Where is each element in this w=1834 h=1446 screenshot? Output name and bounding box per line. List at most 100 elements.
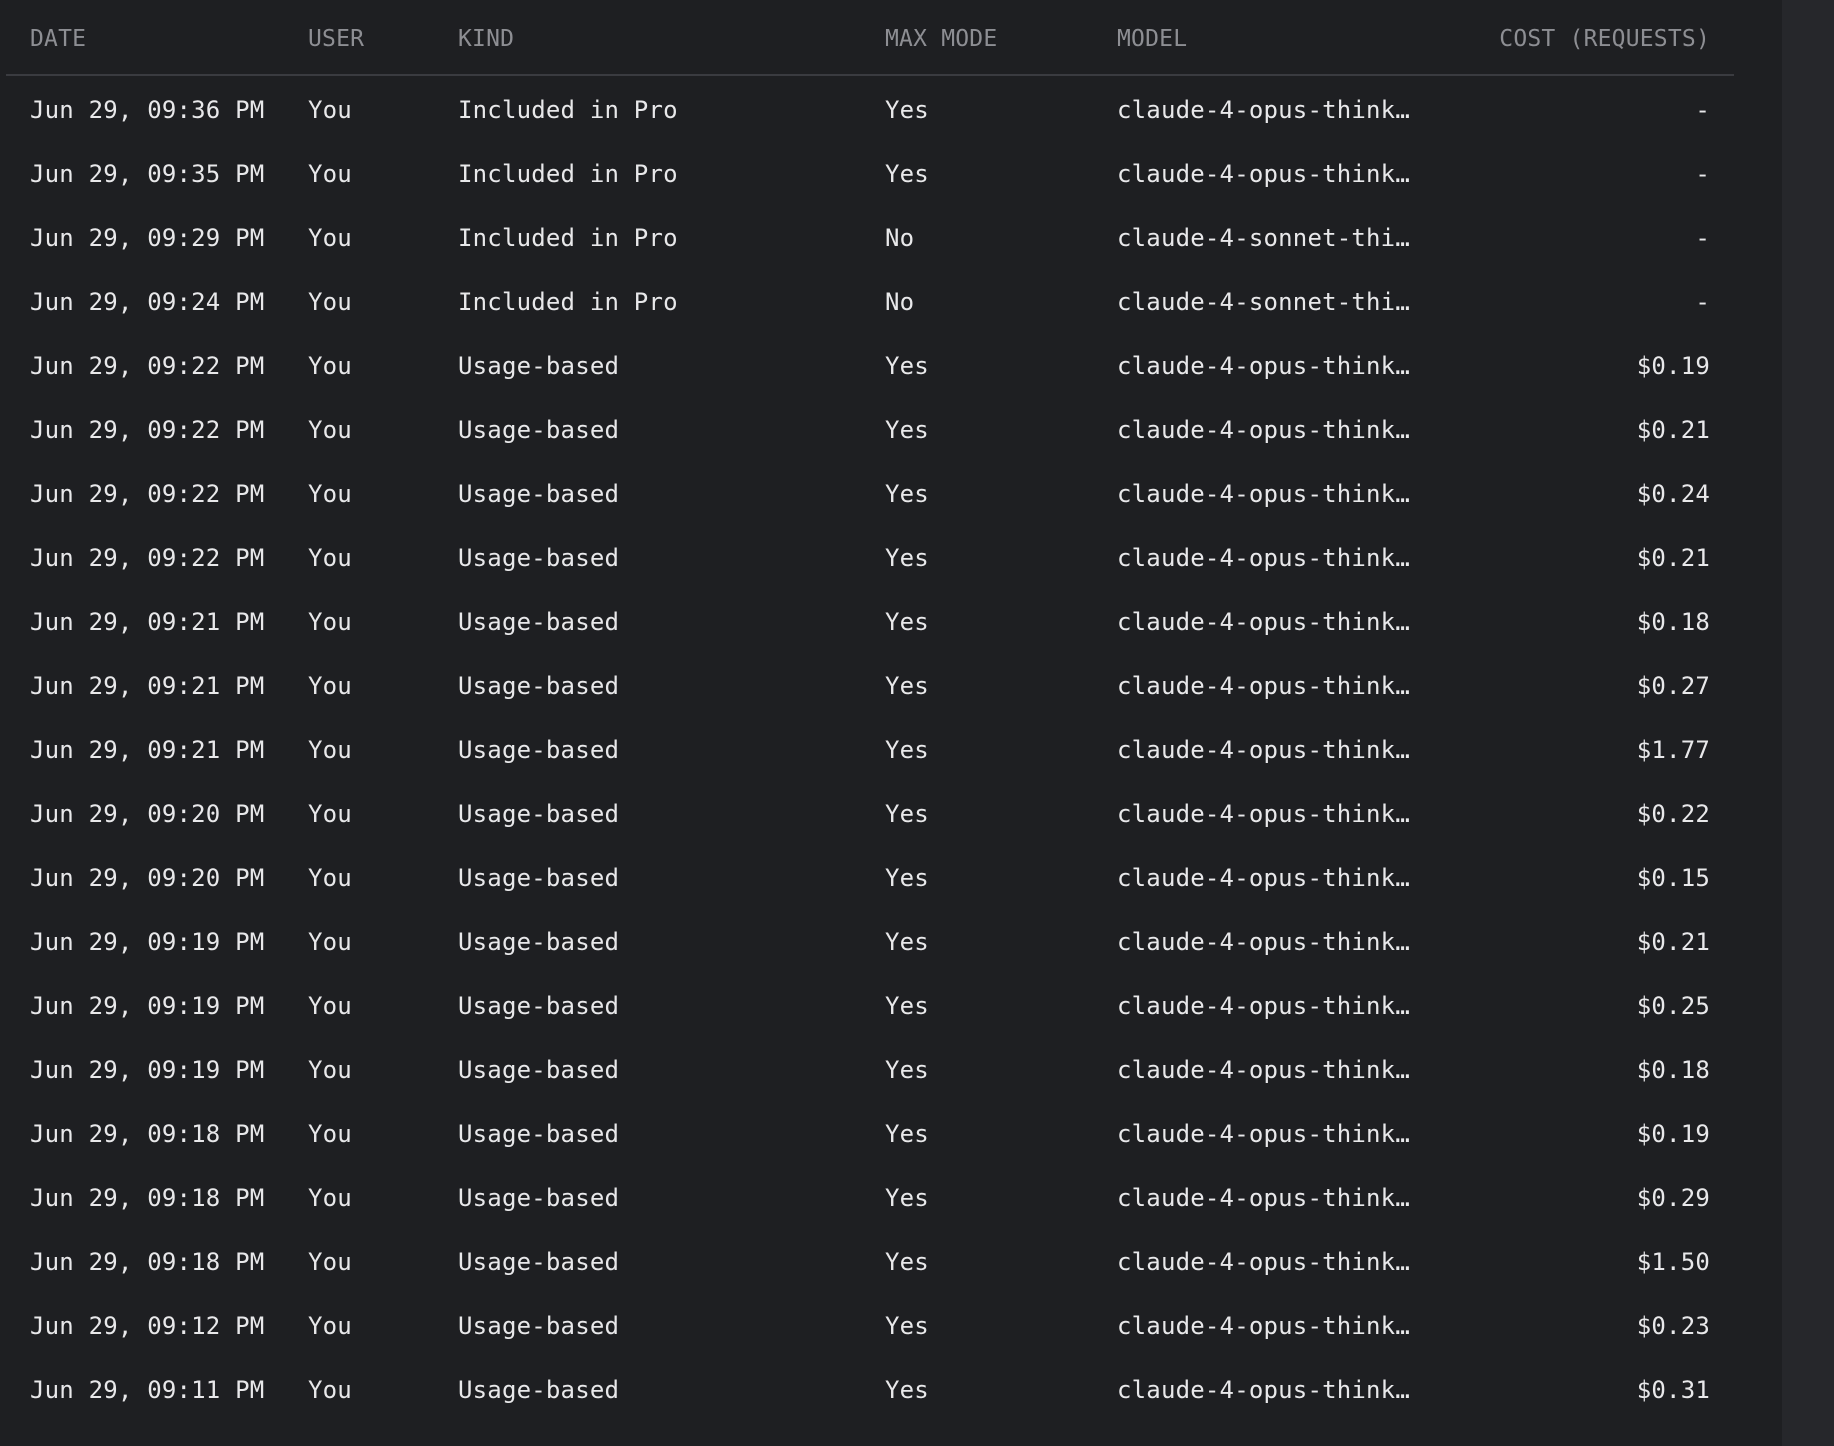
cell-max-mode: Yes [885, 416, 929, 444]
cell-cost: $0.22 [1636, 800, 1710, 828]
cell-max-mode: Yes [885, 480, 929, 508]
cell-cost: - [1695, 288, 1710, 316]
usage-events-page: DATE USER KIND MAX MODE MODEL COST (REQU… [0, 0, 1834, 1446]
scrollbar-track[interactable] [1782, 0, 1834, 1446]
table-row[interactable]: Jun 29, 09:12 PM You Usage-based Yes claude-… [6, 1292, 1734, 1356]
cell-date: Jun 29, 09:22 PM [30, 544, 265, 572]
table-row[interactable]: Jun 29, 09:19 PM You Usage-based Yes claude-… [6, 1036, 1734, 1100]
cell-kind: Usage-based [458, 1056, 620, 1084]
cell-cost: $0.19 [1636, 352, 1710, 380]
cell-user: You [308, 1184, 352, 1212]
cell-user: You [308, 1120, 352, 1148]
cell-max-mode: Yes [885, 352, 929, 380]
column-header-max-mode[interactable]: MAX MODE [885, 26, 997, 52]
cell-model: claude-4-sonnet-thi… [1117, 288, 1410, 316]
cell-cost: $1.77 [1636, 736, 1710, 764]
cell-model: claude-4-opus-think… [1117, 608, 1410, 636]
cell-kind: Included in Pro [458, 224, 678, 252]
cell-kind: Usage-based [458, 352, 620, 380]
column-header-kind[interactable]: KIND [458, 26, 514, 52]
cell-kind: Usage-based [458, 480, 620, 508]
table-row[interactable]: Jun 29, 09:21 PM You Usage-based Yes claude-… [6, 716, 1734, 780]
cell-max-mode: Yes [885, 1184, 929, 1212]
cell-model: claude-4-opus-think… [1117, 416, 1410, 444]
cell-cost: $0.21 [1636, 544, 1710, 572]
table-row[interactable]: Jun 29, 09:18 PM You Usage-based Yes claude-… [6, 1228, 1734, 1292]
table-row[interactable]: Jun 29, 09:22 PM You Usage-based Yes claude-… [6, 524, 1734, 588]
column-header-date[interactable]: DATE [30, 26, 86, 52]
cell-max-mode: Yes [885, 736, 929, 764]
cell-date: Jun 29, 09:11 PM [30, 1376, 265, 1404]
cell-kind: Usage-based [458, 416, 620, 444]
cell-date: Jun 29, 09:12 PM [30, 1312, 265, 1340]
table-row[interactable]: Jun 29, 09:19 PM You Usage-based Yes claude-… [6, 972, 1734, 1036]
cell-model: claude-4-opus-think… [1117, 864, 1410, 892]
cell-date: Jun 29, 09:22 PM [30, 352, 265, 380]
table-row[interactable]: Jun 29, 09:19 PM You Usage-based Yes claude-… [6, 908, 1734, 972]
cell-cost: $0.19 [1636, 1120, 1710, 1148]
cell-date: Jun 29, 09:21 PM [30, 736, 265, 764]
cell-user: You [308, 800, 352, 828]
cell-kind: Usage-based [458, 1312, 620, 1340]
cell-cost: $0.23 [1636, 1312, 1710, 1340]
cell-date: Jun 29, 09:19 PM [30, 928, 265, 956]
cell-cost: - [1695, 224, 1710, 252]
cell-date: Jun 29, 09:18 PM [30, 1120, 265, 1148]
table-row[interactable]: Jun 29, 09:36 PM You Included in Pro Yes cla… [6, 76, 1734, 140]
cell-max-mode: Yes [885, 800, 929, 828]
cell-kind: Usage-based [458, 736, 620, 764]
cell-cost: $0.27 [1636, 672, 1710, 700]
cell-cost: - [1695, 160, 1710, 188]
cell-date: Jun 29, 09:20 PM [30, 864, 265, 892]
table-row[interactable]: Jun 29, 09:22 PM You Usage-based Yes claude-… [6, 332, 1734, 396]
cell-model: claude-4-opus-think… [1117, 1376, 1410, 1404]
table-row[interactable]: Jun 29, 09:22 PM You Usage-based Yes claude-… [6, 460, 1734, 524]
cell-date: Jun 29, 09:22 PM [30, 480, 265, 508]
cell-max-mode: Yes [885, 992, 929, 1020]
cell-max-mode: Yes [885, 96, 929, 124]
cell-user: You [308, 672, 352, 700]
cell-user: You [308, 352, 352, 380]
cell-model: claude-4-opus-think… [1117, 672, 1410, 700]
table-row[interactable]: Jun 29, 09:35 PM You Included in Pro Yes cla… [6, 140, 1734, 204]
table-row[interactable]: Jun 29, 09:24 PM You Included in Pro No clau… [6, 268, 1734, 332]
table-row[interactable]: Jun 29, 09:20 PM You Usage-based Yes claude-… [6, 844, 1734, 908]
cell-date: Jun 29, 09:20 PM [30, 800, 265, 828]
cell-max-mode: Yes [885, 160, 929, 188]
cell-kind: Usage-based [458, 992, 620, 1020]
cell-max-mode: Yes [885, 1248, 929, 1276]
cell-date: Jun 29, 09:35 PM [30, 160, 265, 188]
cell-max-mode: Yes [885, 1376, 929, 1404]
table-row[interactable]: Jun 29, 09:20 PM You Usage-based Yes claude-… [6, 780, 1734, 844]
cell-user: You [308, 160, 352, 188]
table-row[interactable]: Jun 29, 09:18 PM You Usage-based Yes claude-… [6, 1100, 1734, 1164]
cell-date: Jun 29, 09:29 PM [30, 224, 265, 252]
cell-max-mode: No [885, 224, 915, 252]
column-header-model[interactable]: MODEL [1117, 26, 1187, 52]
column-header-user[interactable]: USER [308, 26, 364, 52]
table-row[interactable]: Jun 29, 09:21 PM You Usage-based Yes claude-… [6, 652, 1734, 716]
cell-user: You [308, 1248, 352, 1276]
cell-cost: $0.18 [1636, 608, 1710, 636]
table-row[interactable]: Jun 29, 09:11 PM You Usage-based Yes claude-… [6, 1356, 1734, 1420]
cell-max-mode: No [885, 288, 915, 316]
cell-model: claude-4-opus-think… [1117, 544, 1410, 572]
cell-user: You [308, 544, 352, 572]
cell-date: Jun 29, 09:19 PM [30, 1056, 265, 1084]
table-row[interactable]: Jun 29, 09:18 PM You Usage-based Yes claude-… [6, 1164, 1734, 1228]
cell-cost: $0.15 [1636, 864, 1710, 892]
cell-cost: $0.18 [1636, 1056, 1710, 1084]
cell-max-mode: Yes [885, 1312, 929, 1340]
table-row[interactable]: Jun 29, 09:29 PM You Included in Pro No clau… [6, 204, 1734, 268]
cell-model: claude-4-opus-think… [1117, 1056, 1410, 1084]
cell-model: claude-4-opus-think… [1117, 480, 1410, 508]
table-header: DATE USER KIND MAX MODE MODEL COST (REQU… [6, 0, 1734, 76]
cell-model: claude-4-opus-think… [1117, 1312, 1410, 1340]
table-row[interactable]: Jun 29, 09:21 PM You Usage-based Yes claude-… [6, 588, 1734, 652]
cell-date: Jun 29, 09:22 PM [30, 416, 265, 444]
column-header-cost[interactable]: COST (REQUESTS) [1499, 26, 1710, 52]
cell-user: You [308, 416, 352, 444]
cell-model: claude-4-opus-think… [1117, 1120, 1410, 1148]
cell-date: Jun 29, 09:18 PM [30, 1248, 265, 1276]
table-row[interactable]: Jun 29, 09:22 PM You Usage-based Yes claude-… [6, 396, 1734, 460]
